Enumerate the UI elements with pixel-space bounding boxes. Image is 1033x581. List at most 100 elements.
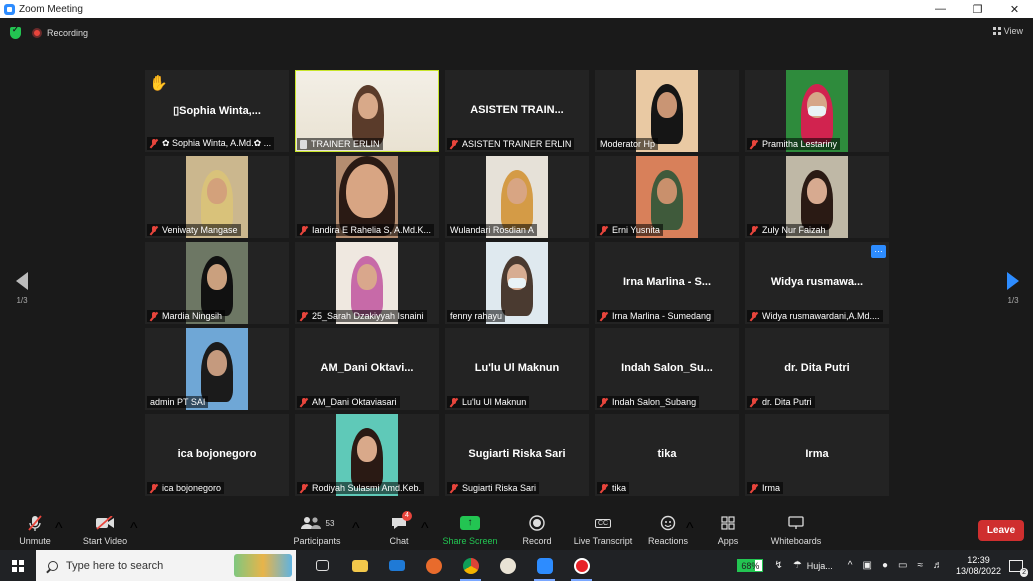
participant-name-label: tika bbox=[597, 482, 630, 494]
microphone-tray-icon[interactable]: ● bbox=[882, 560, 888, 571]
view-button[interactable]: View bbox=[992, 26, 1023, 36]
reactions-button[interactable]: Reactions bbox=[646, 514, 690, 546]
participant-name-label: Veniwaty Mangase bbox=[147, 224, 241, 236]
participant-name: Zuly Nur Faizah bbox=[762, 225, 826, 235]
zoom-app-icon[interactable] bbox=[526, 550, 563, 581]
start-video-label: Start Video bbox=[82, 536, 128, 546]
participant-face bbox=[346, 164, 388, 218]
participant-tile[interactable]: 25_Sarah Dzakiyyah Isnaini bbox=[295, 242, 439, 324]
participant-tile[interactable]: AM_Dani Oktavi... AM_Dani Oktaviasari bbox=[295, 328, 439, 410]
recording-indicator[interactable]: Recording bbox=[32, 25, 88, 41]
participant-tile[interactable]: Rodiyah Sulasmi Amd.Keb. bbox=[295, 414, 439, 496]
participant-name-label: ASISTEN TRAINER ERLIN bbox=[447, 138, 575, 150]
share-screen-label: Share Screen bbox=[442, 536, 498, 546]
start-button[interactable] bbox=[0, 550, 36, 581]
participant-tile[interactable]: Erni Yusnita bbox=[595, 156, 739, 238]
minimize-icon[interactable]: — bbox=[922, 0, 959, 18]
participant-tile[interactable]: ▯Sophia Winta,... ✋ ✿ Sophia Winta, A.Md.✿… bbox=[145, 70, 289, 152]
participant-name-label: Zuly Nur Faizah bbox=[747, 224, 829, 236]
apps-button[interactable]: Apps bbox=[716, 514, 740, 546]
participant-name-label: Sugiarti Riska Sari bbox=[447, 482, 540, 494]
leave-button[interactable]: Leave bbox=[978, 520, 1024, 541]
battery-indicator[interactable]: 68% bbox=[737, 559, 764, 572]
whiteboards-button[interactable]: Whiteboards bbox=[768, 514, 824, 546]
mic-muted-icon bbox=[150, 139, 158, 148]
participant-name-label: Irna Marlina - Sumedang bbox=[597, 310, 715, 322]
notifications-icon[interactable]: 2 bbox=[1009, 559, 1028, 577]
camera-tray-icon[interactable]: ▣ bbox=[863, 560, 872, 571]
participant-tile[interactable]: TRAINER ERLIN bbox=[295, 70, 439, 152]
charging-icon: ↯ bbox=[774, 560, 783, 571]
participant-tile[interactable]: Wulandari Rosdian A bbox=[445, 156, 589, 238]
participant-tile[interactable]: Irma Irma bbox=[745, 414, 889, 496]
participants-button[interactable]: 53 Participants bbox=[292, 514, 342, 546]
screen-recorder-icon[interactable] bbox=[563, 550, 600, 581]
start-video-button[interactable]: Start Video bbox=[82, 514, 128, 546]
participant-tile[interactable]: Sugiarti Riska Sari Sugiarti Riska Sari bbox=[445, 414, 589, 496]
battery-tray-icon[interactable]: ▭ bbox=[898, 560, 907, 571]
raised-hand-icon: ✋ bbox=[149, 75, 168, 92]
participant-tile[interactable]: Veniwaty Mangase bbox=[145, 156, 289, 238]
show-hidden-icons-icon[interactable]: ^ bbox=[848, 560, 853, 571]
volume-icon[interactable]: ♬ bbox=[933, 560, 943, 571]
media-player-icon[interactable] bbox=[415, 550, 452, 581]
participant-tile[interactable]: Zuly Nur Faizah bbox=[745, 156, 889, 238]
mic-muted-icon bbox=[750, 311, 758, 321]
paint-icon[interactable] bbox=[489, 550, 526, 581]
video-options-caret-icon[interactable]: ^ bbox=[130, 520, 138, 538]
weather-icon[interactable]: ☂ bbox=[793, 560, 802, 571]
chat-caret-icon[interactable]: ^ bbox=[421, 520, 429, 538]
previous-page-button[interactable]: 1/3 bbox=[12, 272, 32, 305]
file-explorer-icon[interactable] bbox=[341, 550, 378, 581]
mic-muted-icon bbox=[300, 483, 308, 493]
participant-display-name: Indah Salon_Su... bbox=[621, 362, 713, 374]
wifi-icon[interactable]: ≈ bbox=[917, 560, 923, 571]
participant-name-label: dr. Dita Putri bbox=[747, 396, 815, 408]
title-bar: Zoom Meeting — ❐ ✕ bbox=[0, 0, 1033, 18]
live-transcript-button[interactable]: CC Live Transcript bbox=[572, 514, 634, 546]
participant-name: Sugiarti Riska Sari bbox=[462, 483, 537, 493]
participant-tile[interactable]: ASISTEN TRAIN... ASISTEN TRAINER ERLIN bbox=[445, 70, 589, 152]
participant-tile[interactable]: Widya rusmawa... … Widya rusmawardani,A.Md… bbox=[745, 242, 889, 324]
mic-off-icon bbox=[18, 514, 52, 532]
more-options-icon[interactable]: … bbox=[871, 245, 886, 258]
participants-caret-icon[interactable]: ^ bbox=[352, 520, 360, 538]
participant-tile[interactable]: tika tika bbox=[595, 414, 739, 496]
mic-muted-icon bbox=[750, 397, 758, 407]
task-view-icon[interactable] bbox=[304, 550, 341, 581]
participant-tile[interactable]: Moderator Hp bbox=[595, 70, 739, 152]
taskbar-search-box[interactable]: Type here to search bbox=[36, 550, 296, 581]
participant-name: Erni Yusnita bbox=[612, 225, 660, 235]
participant-tile[interactable]: Lu'lu Ul Maknun Lu'lu Ul Maknun bbox=[445, 328, 589, 410]
participant-tile[interactable]: Irna Marlina - S... Irna Marlina - Sumeda… bbox=[595, 242, 739, 324]
weather-label[interactable]: Huja... bbox=[807, 561, 833, 571]
participants-count: 53 bbox=[325, 518, 335, 528]
participant-tile[interactable]: fenny rahayu bbox=[445, 242, 589, 324]
participant-tile[interactable]: Mardia Ningsih bbox=[145, 242, 289, 324]
participant-tile[interactable]: dr. Dita Putri dr. Dita Putri bbox=[745, 328, 889, 410]
participant-tile[interactable]: Indah Salon_Su... Indah Salon_Subang bbox=[595, 328, 739, 410]
record-button[interactable]: Record bbox=[520, 514, 554, 546]
close-icon[interactable]: ✕ bbox=[996, 0, 1033, 18]
share-screen-button[interactable]: ↑ Share Screen bbox=[442, 514, 498, 546]
participant-name-label: ica bojonegoro bbox=[147, 482, 225, 494]
participant-tile[interactable]: ica bojonegoro ica bojonegoro bbox=[145, 414, 289, 496]
mail-icon[interactable] bbox=[378, 550, 415, 581]
audio-options-caret-icon[interactable]: ^ bbox=[55, 520, 63, 538]
next-page-button[interactable]: 1/3 bbox=[1003, 272, 1023, 305]
participant-display-name: ica bojonegoro bbox=[177, 448, 257, 460]
chrome-icon[interactable] bbox=[452, 550, 489, 581]
page-indicator-left: 1/3 bbox=[16, 296, 28, 305]
reactions-caret-icon[interactable]: ^ bbox=[686, 520, 694, 538]
clock[interactable]: 12:39 13/08/2022 bbox=[956, 555, 1001, 577]
chat-button[interactable]: 4 Chat bbox=[384, 511, 414, 546]
participant-tile[interactable]: Iandira E Rahelia S, A.Md.K... bbox=[295, 156, 439, 238]
participant-tile[interactable]: admin PT SAI bbox=[145, 328, 289, 410]
share-screen-icon: ↑ bbox=[442, 514, 498, 532]
participant-tile[interactable]: Pramitha Lestariny bbox=[745, 70, 889, 152]
face-mask bbox=[508, 278, 526, 288]
restore-icon[interactable]: ❐ bbox=[959, 0, 996, 18]
participant-display-name: tika bbox=[657, 448, 677, 460]
security-shield-icon[interactable] bbox=[10, 25, 21, 39]
unmute-button[interactable]: Unmute bbox=[18, 514, 52, 546]
